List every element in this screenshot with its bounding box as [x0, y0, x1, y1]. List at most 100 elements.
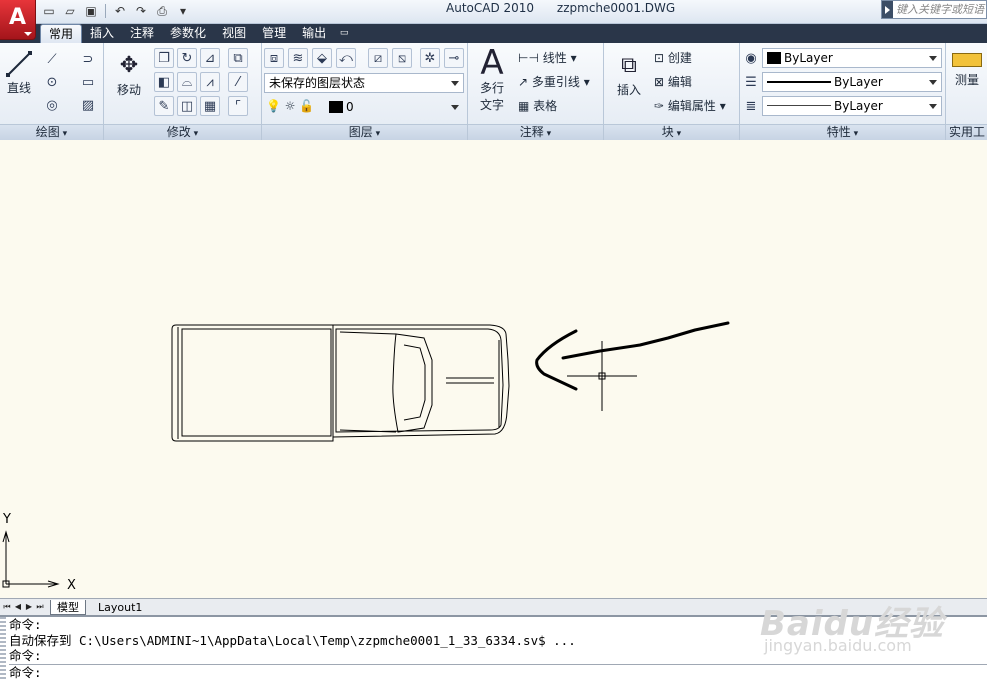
truck-roof-line: [403, 344, 426, 421]
layers-panel-title[interactable]: 图层: [262, 124, 467, 140]
modify-panel-title[interactable]: 修改: [104, 124, 261, 140]
mtext-icon: A: [480, 43, 504, 83]
window-title: AutoCAD 2010 zzpmche0001.DWG: [446, 1, 676, 15]
line-icon: [6, 51, 32, 77]
edit-block-button[interactable]: ⊠ 编辑: [654, 73, 692, 91]
truck-cab-inner: [335, 328, 504, 433]
tab-parametric[interactable]: 参数化: [162, 24, 214, 43]
next-tab-icon[interactable]: ▶: [24, 601, 34, 613]
annotation-panel-title[interactable]: 注释: [468, 124, 603, 140]
layer-states-icon[interactable]: ≋: [288, 48, 308, 68]
layer-freeze-icon[interactable]: ✲: [420, 48, 440, 68]
layer-state-dropdown[interactable]: 未保存的图层状态: [264, 73, 464, 93]
offset-icon[interactable]: ⧉: [228, 48, 248, 68]
layout-tab-bar: ⏮ ◀ ▶ ⏭ 模型 Layout1: [0, 598, 987, 615]
stretch-icon[interactable]: ◧: [154, 72, 174, 92]
linetype-dropdown[interactable]: ByLayer: [762, 72, 942, 92]
new-icon[interactable]: ▭: [40, 2, 58, 20]
measure-button[interactable]: 测量: [950, 53, 984, 88]
create-block-button[interactable]: ⊡ 创建: [654, 49, 692, 67]
utilities-panel-title[interactable]: 实用工: [946, 124, 987, 140]
grid-array-icon[interactable]: ▦: [200, 96, 220, 116]
command-window-grip[interactable]: [0, 617, 6, 679]
layer-isolate-icon[interactable]: ⧄: [368, 48, 388, 68]
undo-icon[interactable]: ↶: [111, 2, 129, 20]
layer-off-icon[interactable]: ⊸: [444, 48, 464, 68]
explode-icon[interactable]: ⁄: [228, 72, 248, 92]
tab-model[interactable]: 模型: [50, 600, 86, 615]
mtext-button[interactable]: A 多行 文字: [476, 43, 508, 113]
open-icon[interactable]: ▱: [61, 2, 79, 20]
draw-panel-title[interactable]: 绘图: [0, 124, 103, 140]
drawing-area[interactable]: [0, 150, 987, 598]
lineweight-dropdown[interactable]: ByLayer: [762, 96, 942, 116]
edit-attributes-icon: ✑: [654, 99, 668, 113]
arrow-annotation: [535, 321, 730, 391]
multileader-icon: ↗: [518, 75, 532, 89]
move-label: 移动: [116, 83, 141, 97]
insert-block-button[interactable]: ⧉ 插入: [612, 49, 646, 98]
hatch-icon[interactable]: ▨: [78, 95, 98, 115]
customize-icon[interactable]: ▾: [174, 2, 192, 20]
move-button[interactable]: ✥ 移动: [112, 49, 146, 98]
chamfer-icon[interactable]: ⌜: [228, 96, 248, 116]
application-menu-button[interactable]: A: [0, 0, 36, 40]
layer-status-icons[interactable]: 💡 ☼ 🔓: [266, 97, 314, 115]
edit-block-label: 编辑: [667, 75, 692, 89]
erase-icon[interactable]: ✎: [154, 96, 174, 116]
linear-dimension-label: 线性: [542, 51, 567, 65]
tab-view[interactable]: 视图: [214, 24, 254, 43]
block-panel-title[interactable]: 块: [604, 124, 739, 140]
truck-drawing: [171, 324, 510, 442]
minimize-ribbon-icon[interactable]: ▭: [334, 24, 354, 43]
properties-panel-title[interactable]: 特性: [740, 124, 945, 140]
tab-home[interactable]: 常用: [40, 24, 83, 43]
table-button[interactable]: ▦ 表格: [518, 97, 557, 115]
rotate-icon[interactable]: ↻: [177, 48, 197, 68]
tab-output[interactable]: 输出: [294, 24, 334, 43]
search-input[interactable]: 键入关键字或短语: [881, 0, 987, 19]
line-button[interactable]: 直线: [3, 49, 35, 96]
mirror-icon[interactable]: ⩘: [200, 72, 220, 92]
command-history-line: 自动保存到 C:\Users\ADMINI~1\AppData\Local\Te…: [9, 632, 576, 648]
tab-layout1[interactable]: Layout1: [92, 600, 148, 615]
ellipse-icon[interactable]: ◎: [42, 95, 62, 115]
ucs-y-label: Y: [3, 512, 11, 527]
multileader-button[interactable]: ↗ 多重引线 ▾: [518, 73, 590, 91]
array-icon[interactable]: ◫: [177, 96, 197, 116]
redo-icon[interactable]: ↷: [132, 2, 150, 20]
command-input[interactable]: 命令:: [9, 663, 987, 679]
tab-manage[interactable]: 管理: [254, 24, 294, 43]
drawing-svg: [2, 321, 730, 588]
layer-properties-icon[interactable]: ⧈: [264, 48, 284, 68]
command-history-line: 命令:: [9, 648, 42, 663]
ribbon: 直线 ⟋ ⊃ ⊙ ▭ ◎ ▨ 绘图 ✥ 移动 ❐ ↻ ⊿ ⧉ ◧ ⌓ ⩘ ⁄ ✎…: [0, 43, 987, 140]
layer-previous-icon[interactable]: ⤺: [336, 48, 356, 68]
lineweight-value: ByLayer: [834, 99, 883, 113]
rectangle-icon[interactable]: ▭: [78, 72, 98, 92]
fillet-icon[interactable]: ⌓: [177, 72, 197, 92]
measure-label: 测量: [954, 73, 979, 87]
color-dropdown[interactable]: ByLayer: [762, 48, 942, 68]
lineweight-icon: ≣: [745, 98, 757, 114]
plot-icon[interactable]: ⎙: [153, 2, 171, 20]
edit-attributes-button[interactable]: ✑ 编辑属性 ▾: [654, 97, 726, 115]
circle-icon[interactable]: ⊙: [42, 72, 62, 92]
copy-icon[interactable]: ❐: [154, 48, 174, 68]
linear-dimension-button[interactable]: ⊢⊣ 线性 ▾: [518, 49, 577, 67]
first-tab-icon[interactable]: ⏮: [2, 601, 12, 613]
autocad-logo-icon: A: [8, 5, 27, 30]
layer-unisolate-icon[interactable]: ⧅: [392, 48, 412, 68]
prev-tab-icon[interactable]: ◀: [13, 601, 23, 613]
tab-annotate[interactable]: 注释: [122, 24, 162, 43]
layer-match-icon[interactable]: ⬙: [312, 48, 332, 68]
tab-insert[interactable]: 插入: [82, 24, 122, 43]
polyline-icon[interactable]: ⟋: [42, 49, 62, 69]
edit-block-icon: ⊠: [654, 75, 668, 89]
current-layer-dropdown[interactable]: 0: [324, 97, 464, 117]
save-icon[interactable]: ▣: [82, 2, 100, 20]
layers-panel: ⧈ ≋ ⬙ ⤺ ⧄ ⧅ ✲ ⊸ 未保存的图层状态 💡 ☼ 🔓 0 图层: [262, 43, 468, 140]
arc-icon[interactable]: ⊃: [78, 49, 98, 69]
trim-icon[interactable]: ⊿: [200, 48, 220, 68]
last-tab-icon[interactable]: ⏭: [35, 601, 45, 613]
